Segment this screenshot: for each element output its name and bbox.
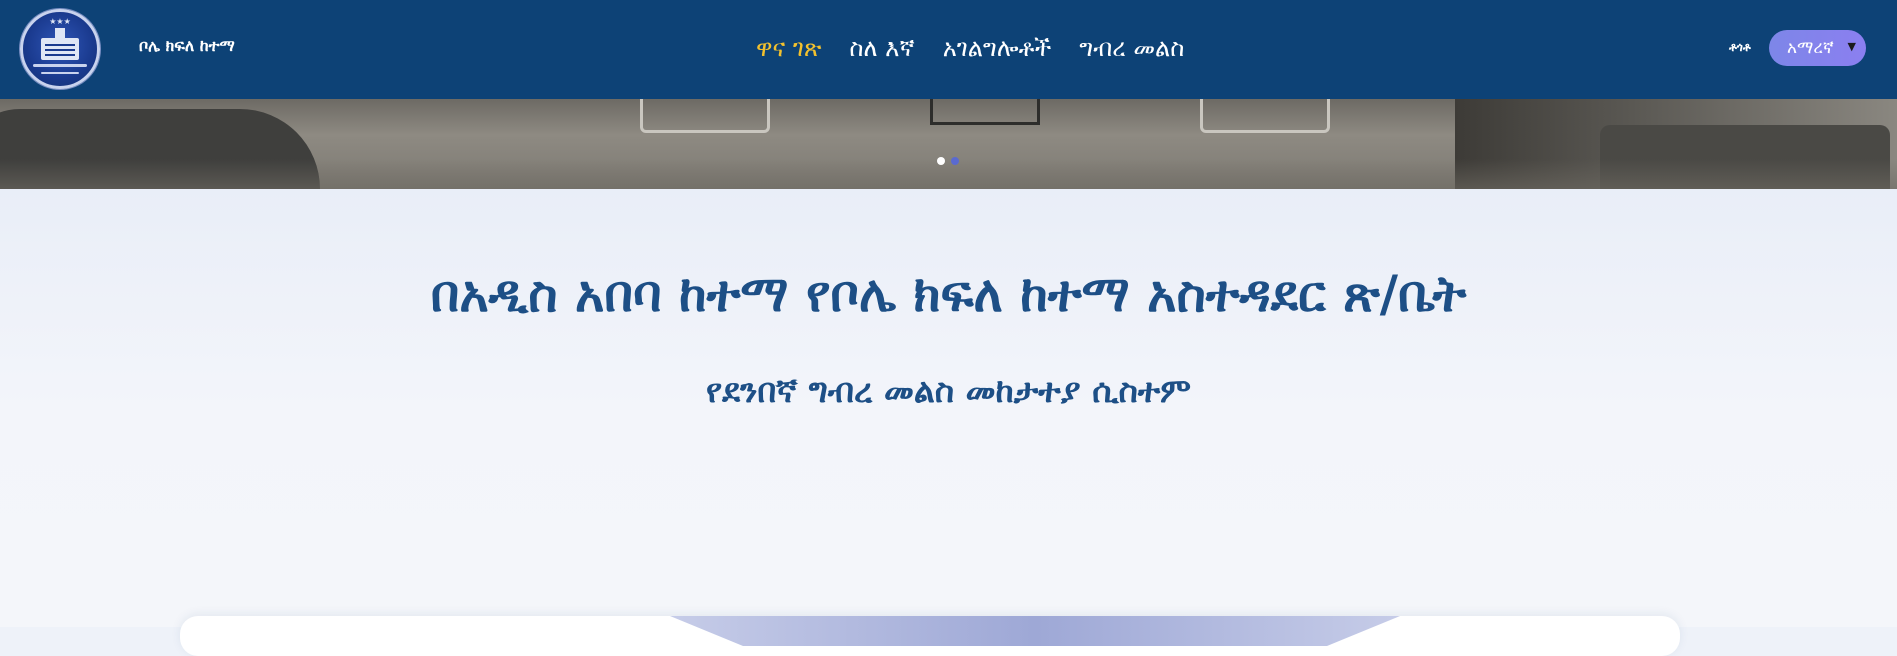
main-section: በአዲስ አበባ ከተማ የቦሌ ክፍለ ከተማ አስተዳደር ጽ/ቤት የደን…: [0, 189, 1897, 656]
logo-banner-lower: [41, 72, 79, 74]
main-nav: ዋና ገጽ ስለ እኛ አገልግሎቶች ግብረ መልስ: [756, 30, 1184, 66]
nav-feedback[interactable]: ግብረ መልስ: [1079, 34, 1184, 62]
hero-image-chair: [1200, 99, 1330, 133]
hero-image-chair: [640, 99, 770, 133]
site-name[interactable]: ቦሌ ክፍለ ከተማ: [139, 36, 235, 56]
logo-star-icon: ★★★: [49, 17, 71, 26]
chevron-down-icon: ▼: [1847, 40, 1856, 53]
hero-image-table: [930, 99, 1040, 125]
nav-about[interactable]: ስለ እኛ: [849, 34, 914, 62]
logo-banner: [33, 64, 87, 67]
carousel-dot-2[interactable]: [951, 157, 959, 165]
carousel-indicators: [937, 157, 959, 165]
card-decoration: [670, 616, 1400, 646]
hero-carousel: [0, 99, 1897, 189]
page-title: በአዲስ አበባ ከተማ የቦሌ ክፍለ ከተማ አስተዳደር ጽ/ቤት: [430, 265, 1467, 323]
site-logo[interactable]: ★★★: [20, 9, 100, 89]
language-selected-label: አማረኛ: [1787, 38, 1834, 58]
top-navbar: ★★★ ቦሌ ክፍለ ከተማ ዋና ገጽ ስለ እኛ አገልግሎቶች ግብረ መ…: [0, 0, 1897, 99]
logo-building-icon: [41, 28, 79, 60]
search-toggle[interactable]: ቶጎቶ: [1729, 40, 1751, 55]
page-subtitle: የደንበኛ ግብረ መልስ መከታተያ ሲስተም: [705, 371, 1192, 410]
nav-services[interactable]: አገልግሎቶች: [943, 34, 1052, 62]
carousel-dot-1[interactable]: [937, 157, 945, 165]
language-select[interactable]: አማረኛ ▼: [1769, 30, 1866, 66]
nav-home[interactable]: ዋና ገጽ: [756, 34, 821, 62]
content-card: [180, 616, 1680, 656]
